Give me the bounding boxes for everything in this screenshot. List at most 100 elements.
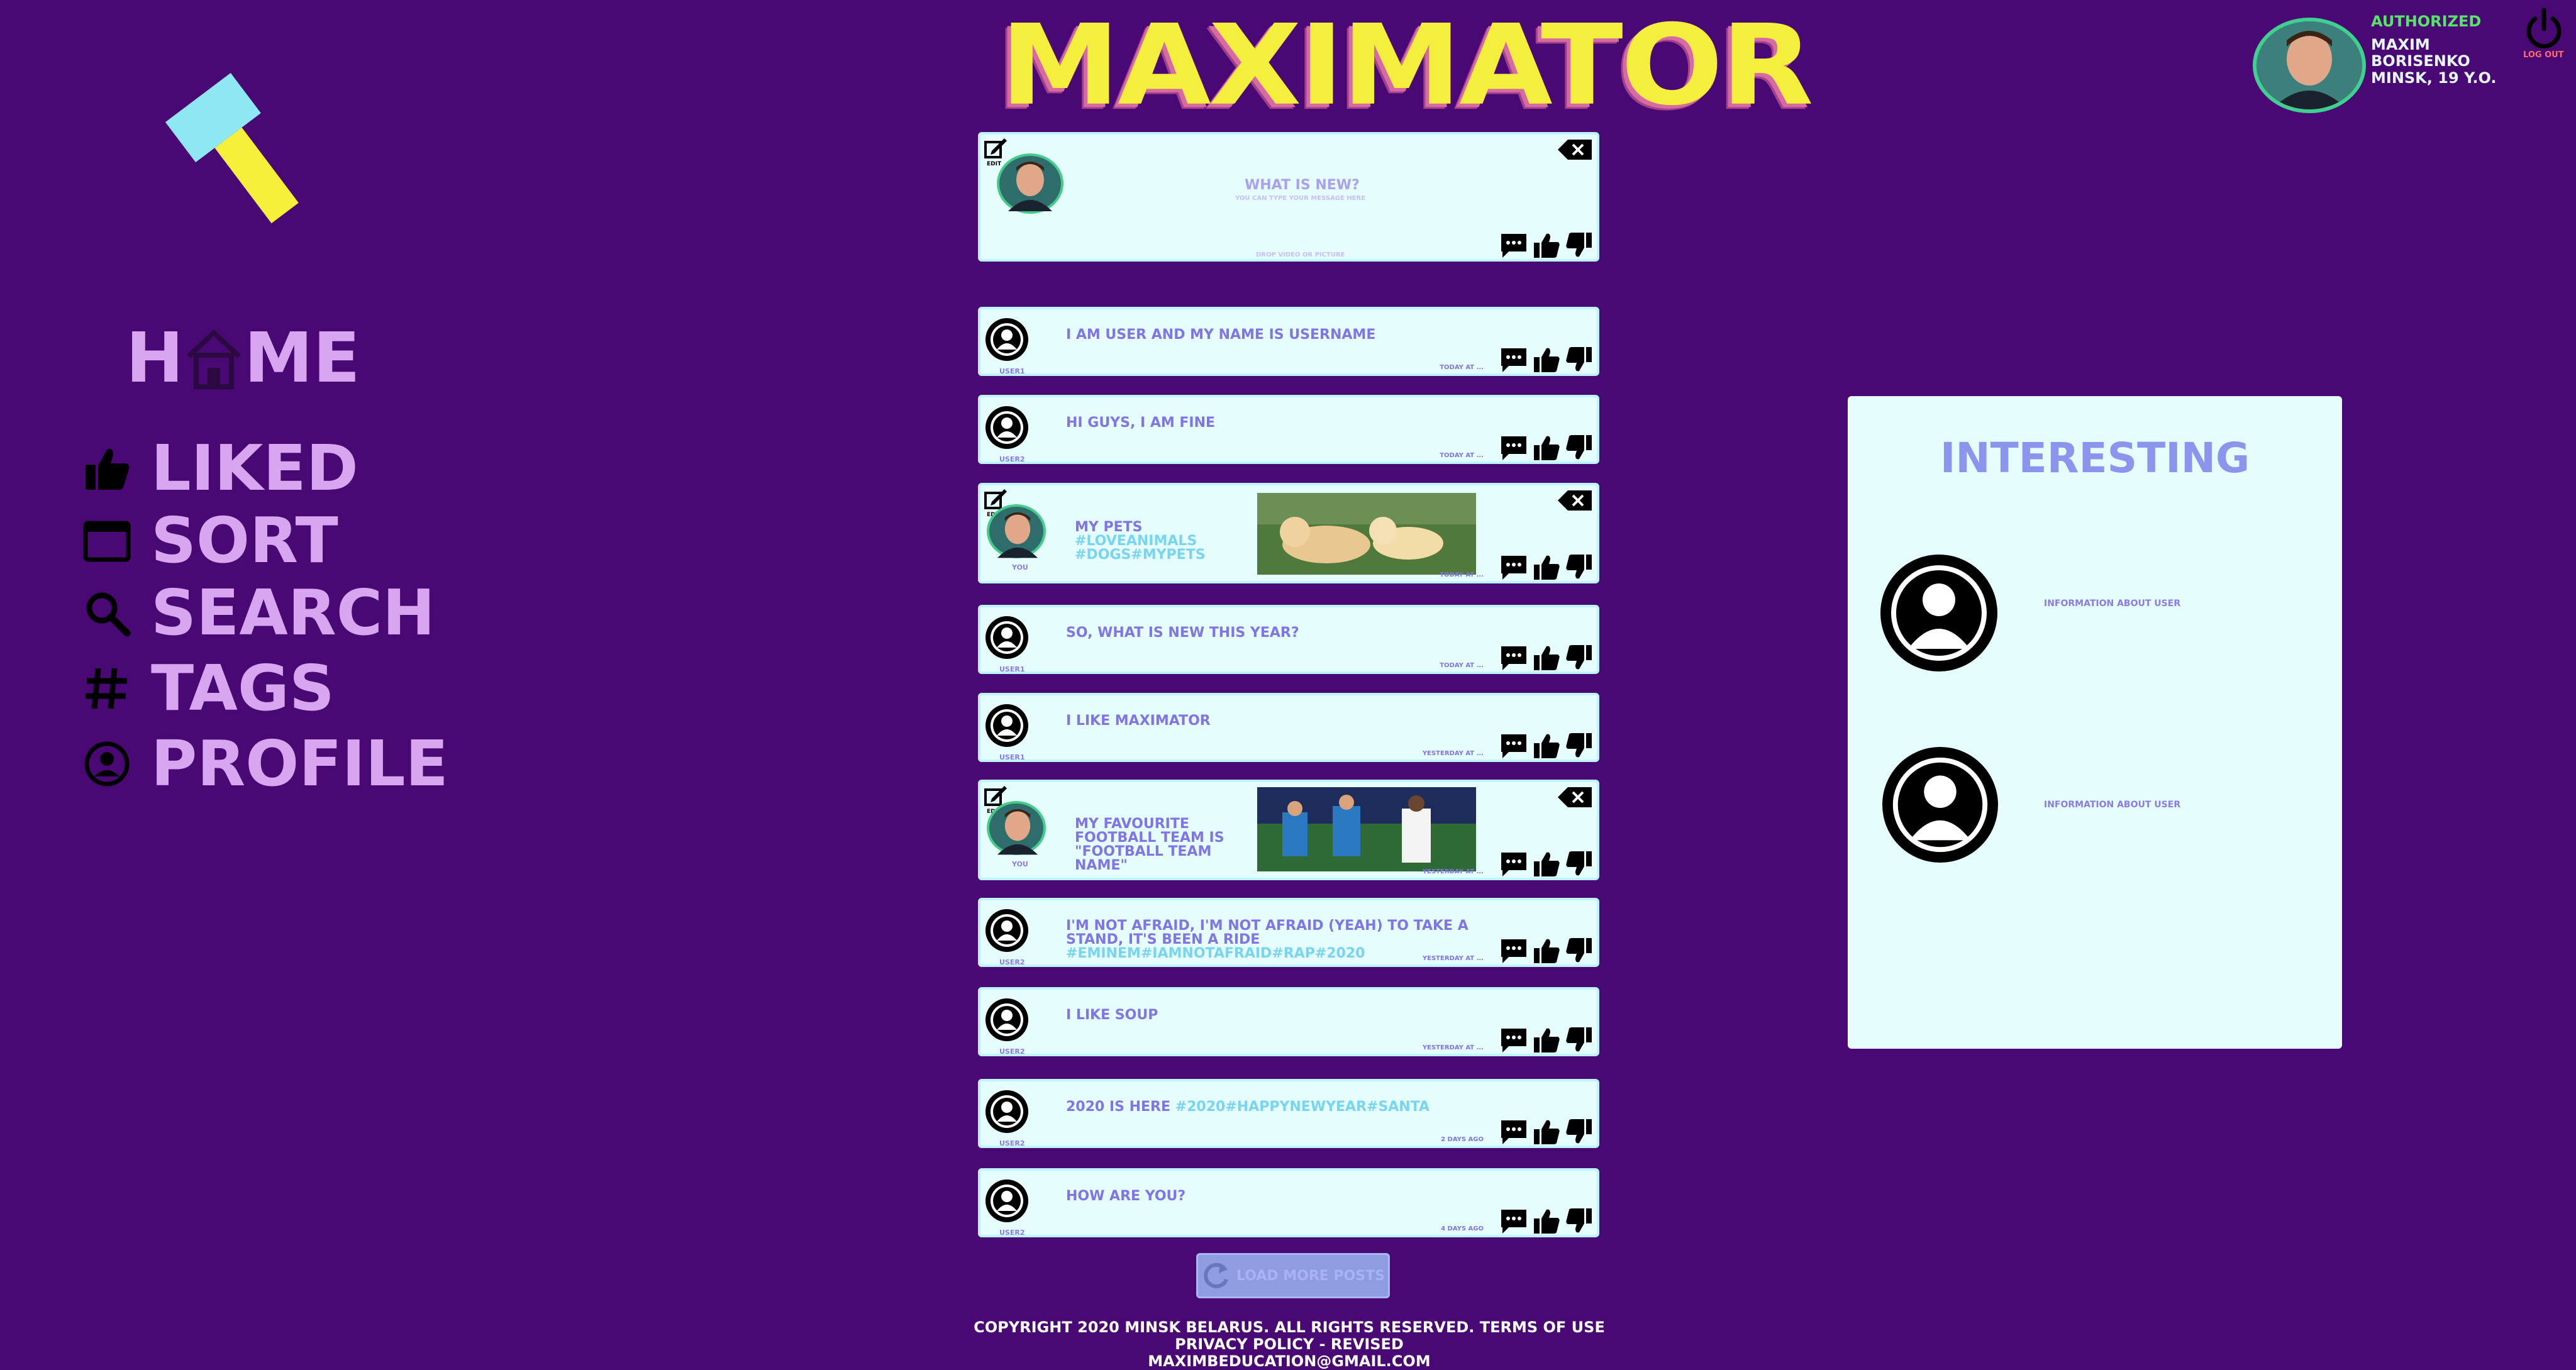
thumbs-down-icon[interactable] <box>1565 732 1593 760</box>
post-timestamp: TODAY AT ... <box>1440 364 1484 371</box>
comment-icon[interactable] <box>1500 850 1528 878</box>
power-icon[interactable] <box>2525 8 2563 50</box>
thumbs-down-icon[interactable] <box>1565 1026 1593 1054</box>
thumbs-up-icon[interactable] <box>1533 553 1560 581</box>
avatar <box>985 616 1028 661</box>
post-card[interactable]: USER1 I AM USER AND MY NAME IS USERNAME TO… <box>978 307 1599 376</box>
thumbs-up-icon[interactable] <box>1533 1118 1560 1146</box>
post-card[interactable]: USER2 I'M NOT AFRAID, I'M NOT AFRAID (YEA… <box>978 898 1599 967</box>
post-actions <box>1500 1118 1593 1146</box>
post-tags[interactable]: #2020#HAPPYNEWYEAR#SANTA <box>1175 1099 1430 1115</box>
logout-button[interactable]: LOG OUT <box>2523 50 2564 60</box>
thumbs-up-icon[interactable] <box>1533 346 1560 373</box>
thumbs-down-icon[interactable] <box>1565 231 1593 259</box>
refresh-icon <box>1204 1262 1228 1288</box>
post-author: YOU <box>1012 563 1028 572</box>
user-silhouette-icon[interactable] <box>1880 555 1997 671</box>
post-actions <box>1500 231 1593 259</box>
post-text: SO, WHAT IS NEW THIS YEAR? <box>1066 626 1481 640</box>
thumbs-up-icon[interactable] <box>1533 850 1560 878</box>
thumbs-down-icon[interactable] <box>1565 937 1593 964</box>
post-tags[interactable]: #EMINEM#IAMNOTAFRAID#RAP#2020 <box>1066 946 1365 961</box>
user-silhouette-icon <box>985 704 1028 747</box>
comment-icon[interactable] <box>1500 644 1528 671</box>
recommended-user-info: INFORMATION ABOUT USER <box>2044 599 2181 609</box>
footer-email[interactable]: MAXIMBEDUCATION@GMAIL.COM <box>943 1353 1635 1370</box>
thumbs-down-icon[interactable] <box>1565 1118 1593 1146</box>
post-author: USER2 <box>999 1229 1025 1237</box>
post-timestamp: 2 DAYS AGO <box>1441 1136 1484 1143</box>
media-dropzone[interactable]: DROP VIDEO OR PICTURE <box>1256 251 1345 258</box>
delete-icon[interactable] <box>1557 138 1593 161</box>
comment-icon[interactable] <box>1500 1118 1528 1146</box>
post-author: USER2 <box>999 1047 1025 1056</box>
comment-icon[interactable] <box>1500 434 1528 461</box>
post-card[interactable]: EDIT YOUMY FAVOURITE FOOTBALL TEAM IS "F… <box>978 780 1599 880</box>
post-image[interactable] <box>1257 493 1476 575</box>
thumbs-down-icon[interactable] <box>1565 434 1593 461</box>
post-text: I LIKE SOUP <box>1066 1008 1481 1022</box>
avatar <box>985 1090 1028 1135</box>
thumbs-up-icon[interactable] <box>1533 434 1560 461</box>
thumbs-down-icon[interactable] <box>1565 553 1593 581</box>
thumbs-down-icon[interactable] <box>1565 850 1593 878</box>
post-card[interactable]: USER2 HOW ARE YOU? 4 DAYS AGO <box>978 1168 1599 1237</box>
post-text: I AM USER AND MY NAME IS USERNAME <box>1066 328 1481 342</box>
post-message: I LIKE SOUP <box>1066 1007 1158 1023</box>
post-image[interactable] <box>1257 787 1476 871</box>
thumbs-down-icon[interactable] <box>1565 346 1593 373</box>
comment-icon[interactable] <box>1500 553 1528 581</box>
comment-icon[interactable] <box>1500 732 1528 760</box>
avatar-photo-icon <box>2257 21 2362 109</box>
comment-icon[interactable] <box>1500 231 1528 259</box>
comment-icon[interactable] <box>1500 937 1528 964</box>
nav-sort[interactable]: SORT <box>82 506 338 575</box>
delete-icon[interactable] <box>1557 489 1593 512</box>
user-silhouette-icon[interactable] <box>1882 747 1998 863</box>
comment-icon[interactable] <box>1500 346 1528 373</box>
post-message: HOW ARE YOU? <box>1066 1188 1186 1204</box>
post-card[interactable]: USER2 I LIKE SOUP YESTERDAY AT ... <box>978 987 1599 1056</box>
new-post-input[interactable]: WHAT IS NEW? <box>1245 177 1433 193</box>
user-silhouette-icon <box>985 998 1028 1041</box>
post-author: USER2 <box>999 1139 1025 1147</box>
thumbs-up-icon[interactable] <box>1533 231 1560 259</box>
user-name: MAXIM BORISENKO <box>2371 36 2470 70</box>
post-message: I AM USER AND MY NAME IS USERNAME <box>1066 327 1376 343</box>
avatar <box>985 1179 1028 1225</box>
post-tags[interactable]: #LOVEANIMALS #DOGS#MYPETS <box>1075 533 1206 563</box>
comment-icon[interactable] <box>1500 1026 1528 1054</box>
nav-profile[interactable]: PROFILE <box>82 729 448 798</box>
thumbs-up-icon[interactable] <box>1533 1207 1560 1235</box>
thumbs-up-icon[interactable] <box>1533 1026 1560 1054</box>
post-card[interactable]: EDIT YOUMY PETS #LOVEANIMALS #DOGS#MYPET… <box>978 483 1599 583</box>
nav-search[interactable]: SEARCH <box>82 578 435 648</box>
thumbs-down-icon[interactable] <box>1565 644 1593 671</box>
avatar-photo-icon <box>997 512 1038 558</box>
interesting-panel: INTERESTING INFORMATION ABOUT USER INFOR… <box>1848 396 2342 1049</box>
post-card[interactable]: USER2 2020 IS HERE #2020#HAPPYNEWYEAR#SAN… <box>978 1079 1599 1148</box>
post-text: I LIKE MAXIMATOR <box>1066 714 1481 728</box>
nav-home[interactable]: H ME <box>126 318 360 398</box>
new-post-card[interactable]: EDIT WHAT IS NEW? YOU CAN TYPE YOUR MESS… <box>978 132 1599 262</box>
app-logo[interactable]: MAXIMATOR <box>1000 10 1814 121</box>
post-card[interactable]: USER1 I LIKE MAXIMATOR YESTERDAY AT ... <box>978 693 1599 762</box>
load-more-button[interactable]: LOAD MORE POSTS <box>1196 1253 1390 1298</box>
post-message: I LIKE MAXIMATOR <box>1066 713 1211 729</box>
user-avatar[interactable] <box>2253 18 2366 113</box>
thumbs-up-icon[interactable] <box>1533 732 1560 760</box>
post-author: YOU <box>1012 860 1028 868</box>
post-timestamp: TODAY AT ... <box>1440 452 1484 459</box>
nav-liked[interactable]: LIKED <box>82 434 358 503</box>
post-card[interactable]: USER2 HI GUYS, I AM FINE TODAY AT ... <box>978 395 1599 464</box>
nav-tags[interactable]: TAGS <box>82 654 335 723</box>
thumbs-up-icon[interactable] <box>1533 644 1560 671</box>
post-text: I'M NOT AFRAID, I'M NOT AFRAID (YEAH) TO… <box>1066 919 1481 961</box>
thumbs-up-icon[interactable] <box>1533 937 1560 964</box>
delete-icon[interactable] <box>1557 786 1593 809</box>
avatar-photo-icon <box>997 809 1038 855</box>
post-card[interactable]: USER1 SO, WHAT IS NEW THIS YEAR? TODAY AT … <box>978 605 1599 674</box>
post-timestamp: YESTERDAY AT ... <box>1422 868 1484 875</box>
thumbs-down-icon[interactable] <box>1565 1207 1593 1235</box>
comment-icon[interactable] <box>1500 1207 1528 1235</box>
